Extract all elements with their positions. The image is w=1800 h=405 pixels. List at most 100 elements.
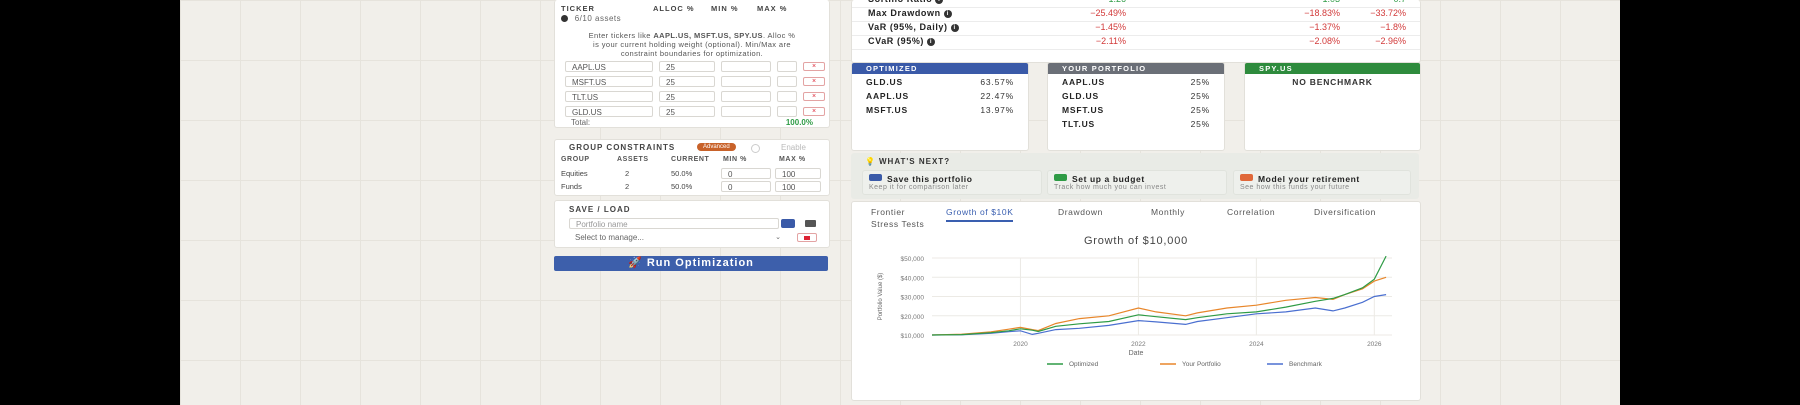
legend-label: Benchmark (1289, 361, 1323, 368)
optimized-card: OPTIMIZED GLD.US 63.57% AAPL.US 22.47% MSFT.… (851, 62, 1029, 151)
next-card[interactable]: Model your retirement See how this funds … (1233, 170, 1411, 195)
group-row: Equities 2 50.0% 0 100 (561, 168, 823, 179)
whats-next-title: WHAT'S NEXT? (879, 157, 951, 166)
asset-count: 6/10 assets (561, 14, 621, 23)
max-input[interactable] (777, 91, 797, 102)
y-tick-label: $10,000 (901, 333, 925, 340)
card-icon (1240, 174, 1253, 181)
card-title: Set up a budget (1072, 174, 1145, 184)
max-input[interactable] (777, 76, 797, 87)
group-assets: 2 (625, 169, 630, 178)
ticker-panel: TICKER ALLOC % MIN % MAX % 6/10 assets E… (554, 0, 830, 128)
group-row: Funds 2 50.0% 0 100 (561, 181, 823, 192)
card-desc: See how this funds your future (1240, 184, 1350, 191)
min-input[interactable] (721, 76, 771, 87)
run-optimization-button[interactable]: 🚀 Run Optimization (554, 256, 828, 271)
remove-ticker-button[interactable]: × (803, 92, 825, 101)
manage-select[interactable]: Select to manage... ⌄ (569, 232, 789, 243)
alloc-input[interactable]: 25 (659, 106, 715, 117)
folder-icon[interactable] (805, 220, 816, 227)
ticker-input[interactable]: GLD.US (565, 106, 653, 117)
card-icon (869, 174, 882, 181)
tab[interactable]: Frontier (871, 207, 905, 217)
allocation-ticker: MSFT.US (1062, 105, 1104, 115)
allocation-ticker: MSFT.US (866, 105, 908, 115)
x-tick-label: 2022 (1131, 341, 1146, 348)
info-icon[interactable]: i (927, 37, 936, 46)
enable-toggle[interactable] (751, 144, 760, 153)
group-max-input[interactable]: 100 (775, 168, 821, 179)
col-max: MAX % (757, 4, 788, 13)
allocation-ticker: TLT.US (1062, 119, 1095, 129)
max-input[interactable] (777, 61, 797, 72)
x-tick-label: 2024 (1249, 341, 1264, 348)
alloc-input[interactable]: 25 (659, 76, 715, 87)
legend-label: Your Portfolio (1182, 361, 1221, 368)
x-tick-label: 2026 (1367, 341, 1382, 348)
allocation-row: GLD.US 63.57% (852, 77, 1028, 87)
chart-panel: Frontier Growth of $10K Drawdown Monthly Cor… (851, 201, 1421, 401)
min-input[interactable] (721, 61, 771, 72)
tab[interactable]: Drawdown (1058, 207, 1103, 217)
metric-optimized: −25.49% (1090, 8, 1126, 18)
benchmark-title: SPY.US (1245, 63, 1420, 74)
metric-optimized: −1.45% (1095, 22, 1126, 32)
allocation-weight: 25% (1190, 91, 1210, 101)
portfolio-name-input[interactable]: Portfolio name (569, 218, 779, 229)
remove-ticker-button[interactable]: × (803, 107, 825, 116)
group-min-input[interactable]: 0 (721, 168, 771, 179)
metric-portfolio: −1.37% (1309, 22, 1340, 32)
y-tick-label: $50,000 (901, 256, 925, 263)
enable-label: Enable (781, 143, 806, 152)
group-current: 50.0% (671, 182, 693, 191)
save-load-panel: SAVE / LOAD Portfolio name Select to man… (554, 200, 830, 248)
allocation-ticker: GLD.US (1062, 91, 1099, 101)
legend-label: Optimized (1069, 361, 1099, 368)
tab[interactable]: Growth of $10K (946, 207, 1014, 222)
save-icon[interactable] (781, 219, 795, 228)
x-axis-label: Date (1129, 350, 1144, 357)
allocation-row: GLD.US 25% (1048, 91, 1224, 101)
alloc-input[interactable]: 25 (659, 61, 715, 72)
info-icon[interactable]: i (950, 23, 959, 32)
metric-optimized: −2.11% (1095, 36, 1126, 46)
min-input[interactable] (721, 91, 771, 102)
card-title: Save this portfolio (887, 174, 973, 184)
next-card[interactable]: Save this portfolio Keep it for compariso… (862, 170, 1042, 195)
allocation-weight: 13.97% (980, 105, 1014, 115)
group-constraints-panel: GROUP CONSTRAINTS Advanced Enable GROUP … (554, 139, 830, 196)
ticker-input[interactable]: TLT.US (565, 91, 653, 102)
allocation-row: MSFT.US 25% (1048, 105, 1224, 115)
alloc-input[interactable]: 25 (659, 91, 715, 102)
group-min-input[interactable]: 0 (721, 181, 771, 192)
delete-icon[interactable] (797, 233, 817, 242)
group-current: 50.0% (671, 169, 693, 178)
ticker-input[interactable]: AAPL.US (565, 61, 653, 72)
ticker-hint: Enter tickers like AAPL.US, MSFT.US, SPY… (588, 31, 796, 58)
chevron-down-icon: ⌄ (775, 234, 781, 241)
min-input[interactable] (721, 106, 771, 117)
allocation-weight: 22.47% (980, 91, 1014, 101)
ticker-input[interactable]: MSFT.US (565, 76, 653, 87)
tab[interactable]: Diversification (1314, 207, 1376, 217)
growth-chart: Growth of $10,000 $10,000 $20,000 $30,000 $4… (878, 235, 1392, 368)
remove-ticker-button[interactable]: × (803, 77, 825, 86)
remove-ticker-button[interactable]: × (803, 62, 825, 71)
ticker-table-header: TICKER ALLOC % MIN % MAX % (561, 4, 823, 14)
y-tick-label: $40,000 (901, 275, 925, 282)
tab[interactable]: Stress Tests (871, 219, 924, 229)
allocation-ticker: AAPL.US (866, 91, 909, 101)
allocation-weight: 25% (1190, 105, 1210, 115)
next-card[interactable]: Set up a budget Track how much you can in… (1047, 170, 1227, 195)
group-constraints-title: GROUP CONSTRAINTS (569, 143, 676, 152)
metric-label: VaR (95%, Daily) i (868, 22, 959, 32)
allocation-ticker: AAPL.US (1062, 77, 1105, 87)
tab[interactable]: Monthly (1151, 207, 1185, 217)
col-min: MIN % (711, 4, 739, 13)
allocation-row: AAPL.US 25% (1048, 77, 1224, 87)
benchmark-card: SPY.US NO BENCHMARK (1244, 62, 1421, 151)
group-max-input[interactable]: 100 (775, 181, 821, 192)
info-icon[interactable]: i (943, 9, 952, 18)
tab[interactable]: Correlation (1227, 207, 1275, 217)
max-input[interactable] (777, 106, 797, 117)
